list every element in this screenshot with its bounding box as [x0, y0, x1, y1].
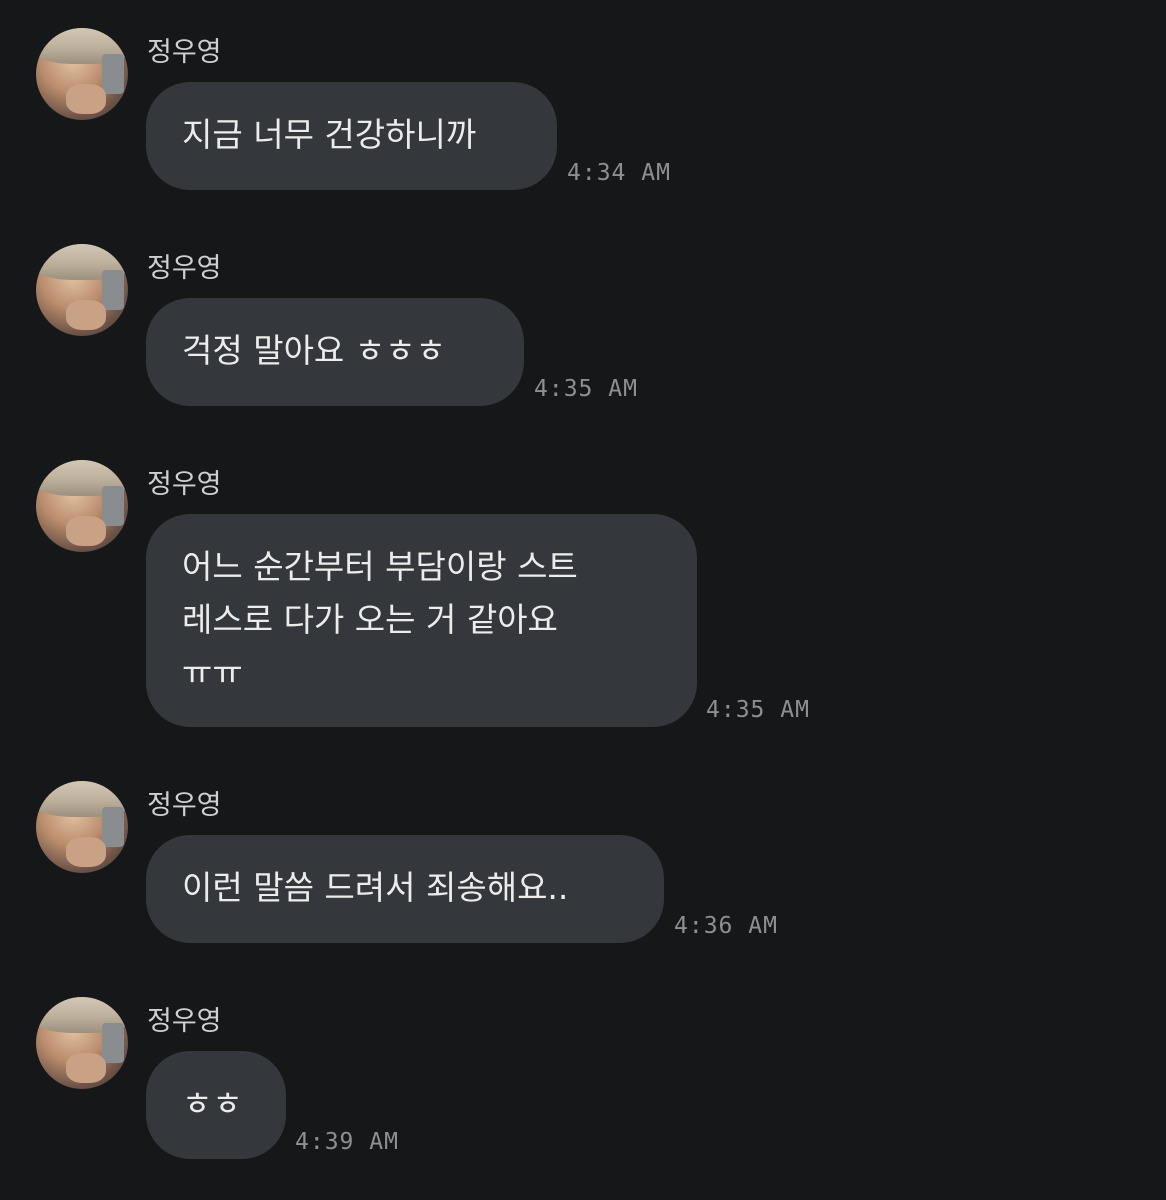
- message-timestamp: 4:39 AM: [295, 1129, 399, 1155]
- sender-name[interactable]: 정우영: [147, 30, 222, 69]
- avatar[interactable]: [36, 781, 128, 873]
- avatar[interactable]: [36, 460, 128, 552]
- sender-name[interactable]: 정우영: [147, 999, 222, 1038]
- sender-name[interactable]: 정우영: [147, 246, 222, 285]
- message-bubble[interactable]: 어느 순간부터 부담이랑 스트 레스로 다가 오는 거 같아요 ㅠㅠ: [146, 514, 697, 727]
- message-bubble[interactable]: ㅎㅎ: [146, 1051, 286, 1159]
- message-timestamp: 4:35 AM: [706, 697, 810, 723]
- avatar[interactable]: [36, 244, 128, 336]
- avatar[interactable]: [36, 28, 128, 120]
- message-timestamp: 4:35 AM: [534, 376, 638, 402]
- message-timestamp: 4:36 AM: [674, 913, 778, 939]
- message-bubble[interactable]: 이런 말씀 드려서 죄송해요..: [146, 835, 664, 943]
- sender-name[interactable]: 정우영: [147, 462, 222, 501]
- message-bubble[interactable]: 걱정 말아요 ㅎㅎㅎ: [146, 298, 524, 406]
- message-bubble[interactable]: 지금 너무 건강하니까: [146, 82, 557, 190]
- message-timestamp: 4:34 AM: [567, 160, 671, 186]
- avatar[interactable]: [36, 997, 128, 1089]
- sender-name[interactable]: 정우영: [147, 783, 222, 822]
